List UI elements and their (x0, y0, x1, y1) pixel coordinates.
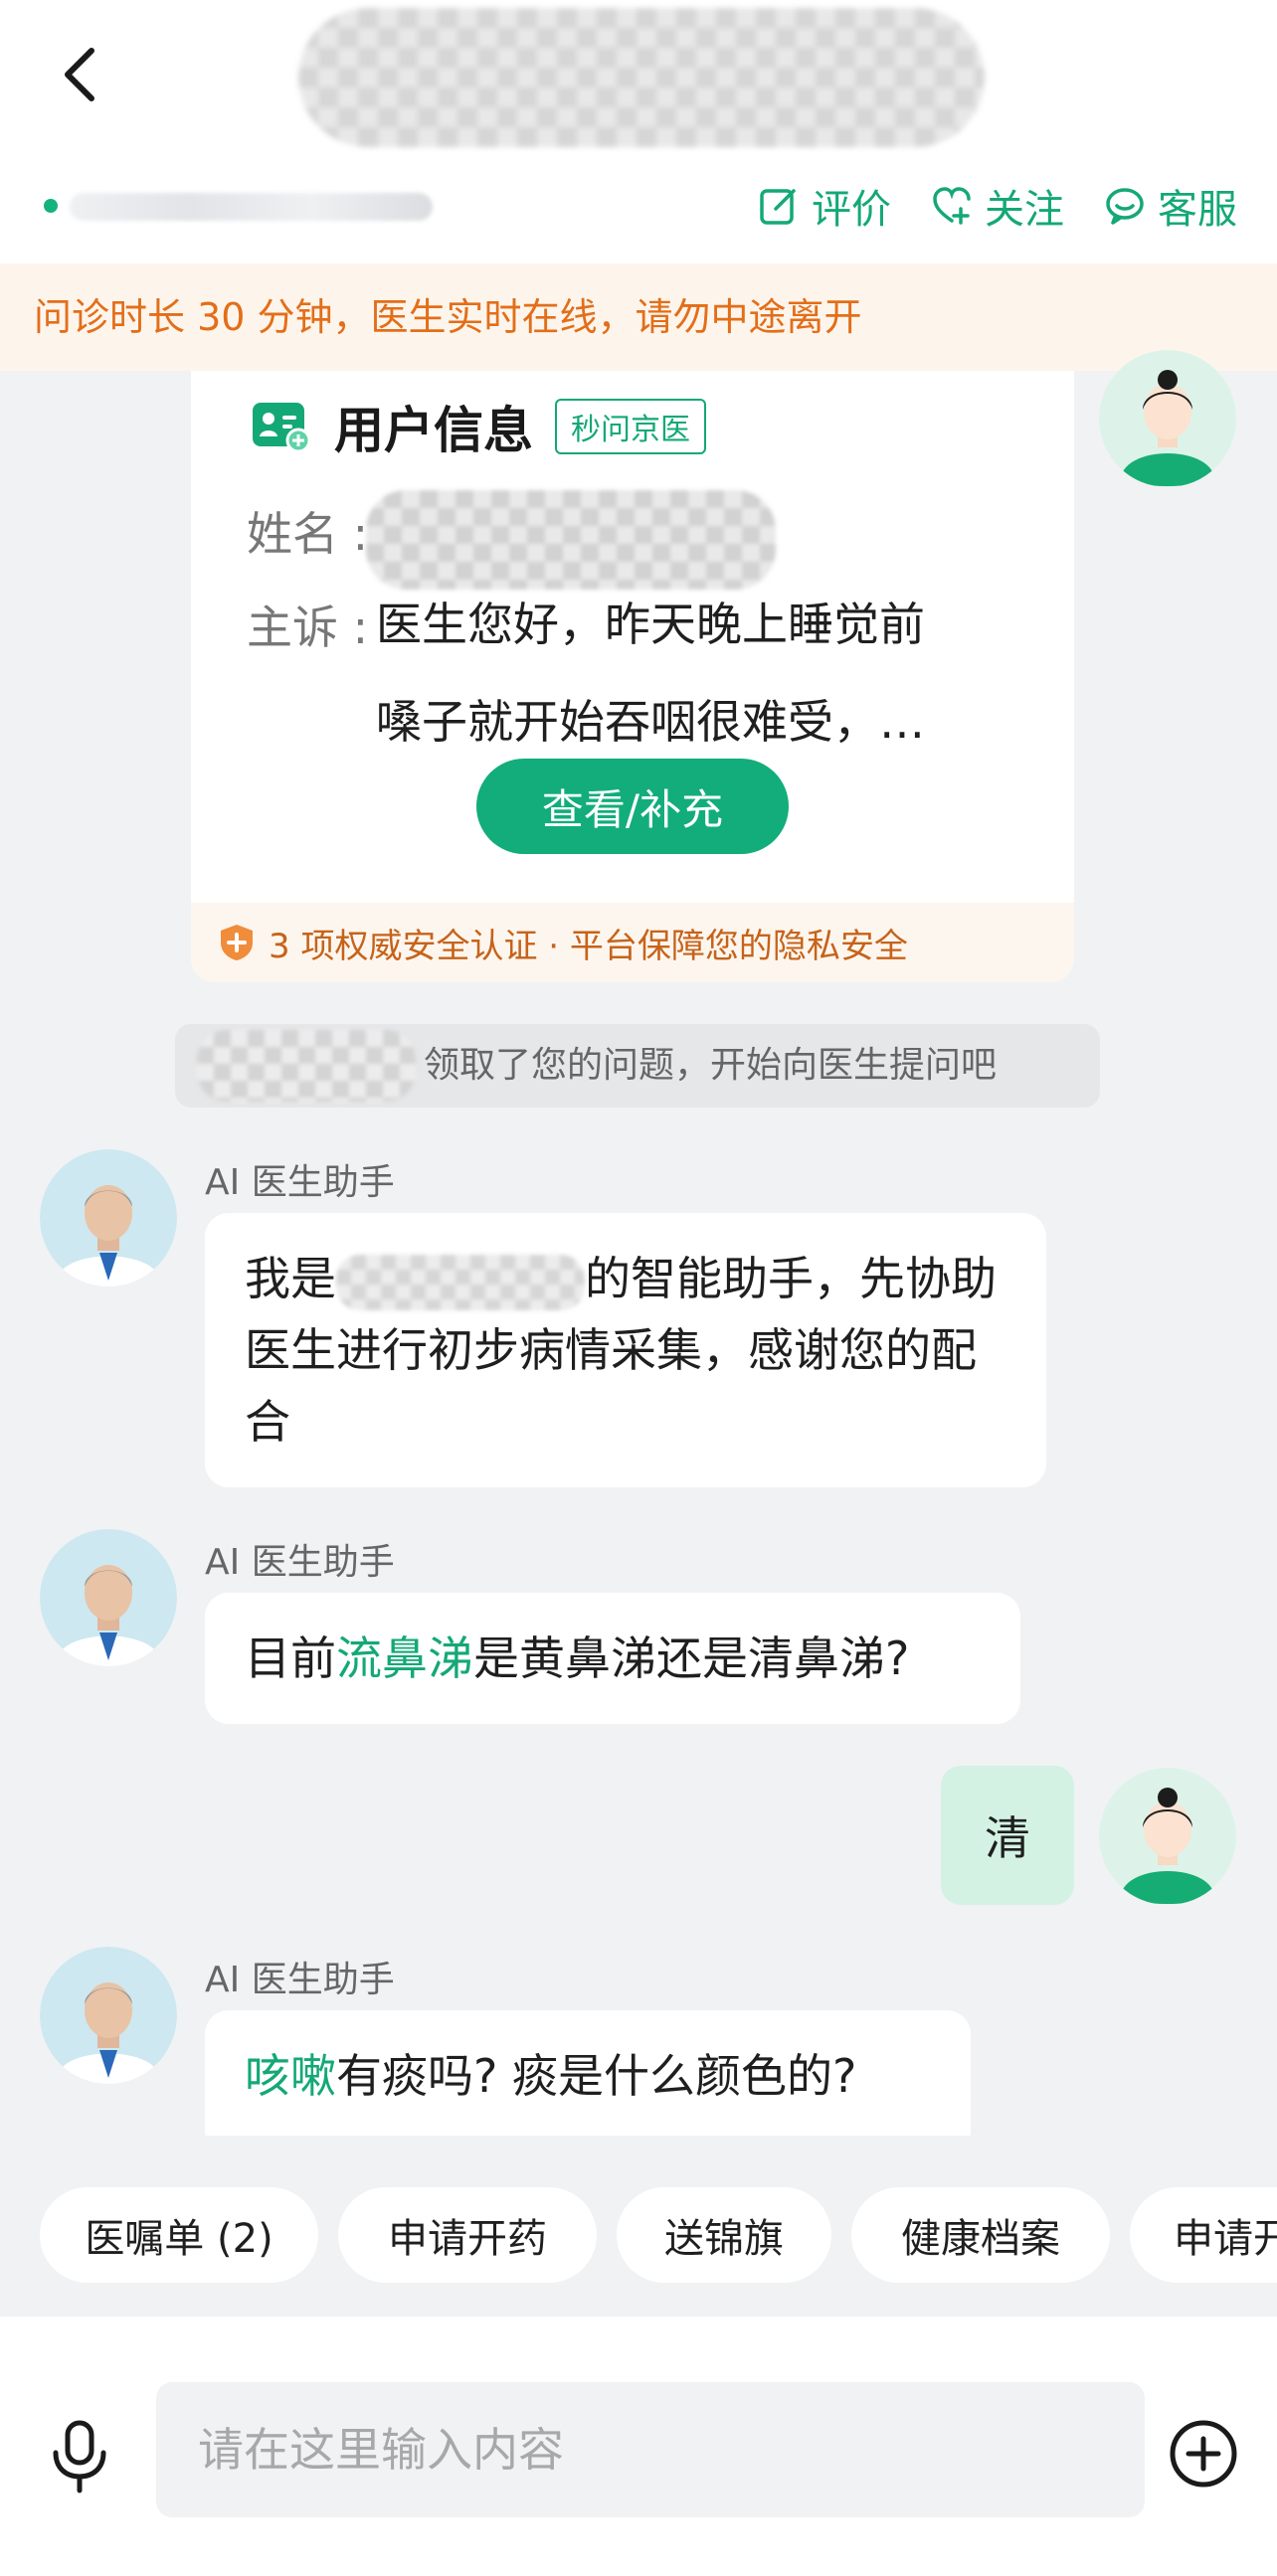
complaint-line-1: 医生您好，昨天晚上睡觉前 (376, 598, 925, 651)
assistant-message-bubble: 目前流鼻涕是黄鼻涕还是清鼻涕? (205, 1593, 1020, 1724)
message-text-before: 目前 (245, 1631, 336, 1685)
user-message-bubble: 清 (941, 1766, 1074, 1905)
brand-tag: 秒问京医 (555, 399, 706, 454)
user-avatar[interactable] (1099, 350, 1236, 487)
sender-name: AI 医生助手 (205, 1162, 395, 1203)
safety-text: 3 项权威安全认证 · 平台保障您的隐私安全 (269, 926, 908, 966)
ai-assistant-avatar[interactable] (40, 1947, 177, 2084)
platform-name-redacted (336, 1254, 585, 1310)
shield-plus-icon (221, 925, 253, 960)
privacy-safety-banner: 3 项权威安全认证 · 平台保障您的隐私安全 (191, 903, 1074, 982)
user-info-header: 用户信息 秒问京医 (251, 391, 706, 462)
sender-name: AI 医生助手 (205, 1542, 395, 1583)
complaint-text: 医生您好，昨天晚上睡觉前 嗓子就开始吞咽很难受，… (376, 576, 1012, 771)
ai-assistant-avatar[interactable] (40, 1149, 177, 1287)
chip-send-banner[interactable]: 送锦旗 (617, 2187, 831, 2283)
online-status-dot (44, 199, 58, 213)
sender-name: AI 医生助手 (205, 1960, 395, 2000)
name-label: 姓名 : (247, 507, 369, 561)
doctor-avatar-icon (40, 1149, 177, 1287)
edit-icon (760, 189, 796, 225)
chat-service-icon (1106, 188, 1144, 225)
user-avatar-icon (1099, 350, 1236, 487)
header-actions: 评价 关注 客服 (758, 177, 1237, 235)
doctor-name-redacted-inline (197, 1030, 416, 1102)
user-avatar[interactable] (1099, 1768, 1236, 1905)
review-label: 评价 (812, 187, 891, 233)
plus-circle-icon (1170, 2420, 1237, 2488)
consultation-notice: 问诊时长 30 分钟，医生实时在线，请勿中途离开 (0, 263, 1277, 371)
complaint-line-2: 嗓子就开始吞咽很难受，… (376, 695, 925, 749)
user-info-card: 用户信息 秒问京医 姓名 : 主诉 : 医生您好，昨天晚上睡觉前 嗓子就开始吞咽… (191, 371, 1074, 982)
patient-name-redacted (366, 490, 776, 590)
chip-prescription-list[interactable]: 医嘱单 (2) (40, 2187, 318, 2283)
message-text-after: 是黄鼻涕还是清鼻涕? (473, 1631, 910, 1685)
heart-plus-icon (933, 187, 971, 225)
chip-request-medicine[interactable]: 申请开药 (338, 2187, 597, 2283)
chevron-left-icon (65, 48, 94, 101)
assistant-message-bubble: 我是 的智能助手，先协助医生进行初步病情采集，感谢您的配合 (205, 1213, 1046, 1487)
quick-actions-bar: 医嘱单 (2) 申请开药 送锦旗 健康档案 申请开 (0, 2187, 1277, 2317)
customer-service-button[interactable]: 客服 (1104, 177, 1237, 235)
user-card-icon (253, 403, 311, 453)
complaint-label: 主诉 : (247, 601, 369, 654)
message-text-prefix: 我是 (245, 1252, 336, 1305)
system-message-text: 领取了您的问题，开始向医生提问吧 (424, 1045, 998, 1086)
symptom-keyword[interactable]: 流鼻涕 (336, 1631, 473, 1685)
top-bar: 评价 关注 客服 (0, 0, 1277, 263)
system-message: 领取了您的问题，开始向医生提问吧 (175, 1024, 1100, 1108)
message-text-after: 有痰吗? 痰是什么颜色的? (336, 2049, 857, 2103)
view-supplement-button[interactable]: 查看/补充 (476, 759, 789, 854)
message-input-bar (0, 2317, 1277, 2576)
doctor-avatar-icon (40, 1529, 177, 1666)
voice-input-button[interactable] (46, 2416, 113, 2497)
back-button[interactable] (50, 40, 109, 109)
message-input[interactable] (156, 2382, 1145, 2517)
user-avatar-icon (1099, 1768, 1236, 1905)
microphone-icon (53, 2420, 106, 2493)
chip-request-more[interactable]: 申请开 (1130, 2187, 1277, 2283)
follow-label: 关注 (985, 187, 1064, 233)
user-info-title: 用户信息 (334, 402, 533, 459)
ai-assistant-avatar[interactable] (40, 1529, 177, 1666)
doctor-status-redacted (70, 193, 433, 221)
chip-health-records[interactable]: 健康档案 (851, 2187, 1110, 2283)
doctor-name-redacted (298, 8, 985, 147)
symptom-keyword[interactable]: 咳嗽 (245, 2049, 336, 2103)
more-options-button[interactable] (1166, 2416, 1241, 2491)
customer-service-label: 客服 (1158, 187, 1237, 233)
assistant-message-bubble: 咳嗽有痰吗? 痰是什么颜色的? (205, 2010, 971, 2136)
doctor-avatar-icon (40, 1947, 177, 2084)
review-button[interactable]: 评价 (758, 177, 891, 235)
follow-button[interactable]: 关注 (931, 177, 1064, 235)
